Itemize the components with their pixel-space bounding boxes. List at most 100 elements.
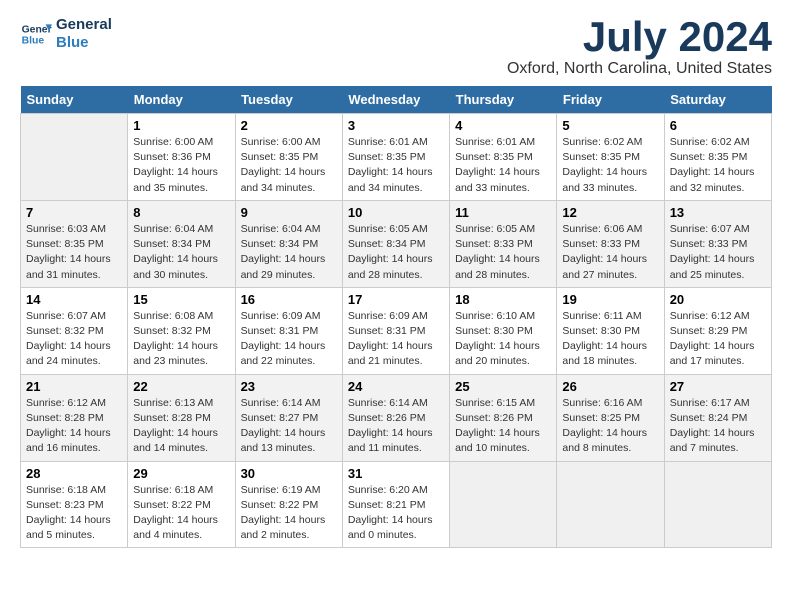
day-number: 26 [562,379,658,394]
col-header-wednesday: Wednesday [342,86,449,114]
week-row-4: 21Sunrise: 6:12 AM Sunset: 8:28 PM Dayli… [21,374,772,461]
day-info: Sunrise: 6:01 AM Sunset: 8:35 PM Dayligh… [348,135,444,196]
week-row-2: 7Sunrise: 6:03 AM Sunset: 8:35 PM Daylig… [21,200,772,287]
calendar-cell: 25 Sunrise: 6:15 AM Sunset: 8:26 PM Dayli… [450,374,557,461]
day-info: Sunrise: 6:20 AM Sunset: 8:21 PM Dayligh… [348,483,444,544]
svg-text:Blue: Blue [22,36,45,47]
col-header-sunday: Sunday [21,86,128,114]
calendar-cell: 3 Sunrise: 6:01 AM Sunset: 8:35 PM Daylig… [342,114,449,201]
week-row-1: 1Sunrise: 6:00 AM Sunset: 8:36 PM Daylig… [21,114,772,201]
calendar-cell: 12 Sunrise: 6:06 AM Sunset: 8:33 PM Dayli… [557,200,664,287]
day-number: 15 [133,292,229,307]
day-info: Sunrise: 6:09 AM Sunset: 8:31 PM Dayligh… [348,309,444,370]
calendar-cell: 14Sunrise: 6:07 AM Sunset: 8:32 PM Dayli… [21,287,128,374]
day-number: 1 [133,118,229,133]
day-info: Sunrise: 6:14 AM Sunset: 8:27 PM Dayligh… [241,396,337,457]
day-number: 3 [348,118,444,133]
calendar-cell: 24Sunrise: 6:14 AM Sunset: 8:26 PM Dayli… [342,374,449,461]
day-info: Sunrise: 6:15 AM Sunset: 8:26 PM Dayligh… [455,396,551,457]
day-number: 13 [670,205,766,220]
calendar-cell: 4 Sunrise: 6:01 AM Sunset: 8:35 PM Daylig… [450,114,557,201]
calendar-cell: 27 Sunrise: 6:17 AM Sunset: 8:24 PM Dayli… [664,374,771,461]
day-info: Sunrise: 6:04 AM Sunset: 8:34 PM Dayligh… [133,222,229,283]
title-area: July 2024 Oxford, North Carolina, United… [507,16,772,78]
calendar-cell: 19 Sunrise: 6:11 AM Sunset: 8:30 PM Dayli… [557,287,664,374]
day-number: 30 [241,466,337,481]
page-header: General Blue General Blue July 2024 Oxfo… [20,16,772,78]
calendar-cell: 11 Sunrise: 6:05 AM Sunset: 8:33 PM Dayli… [450,200,557,287]
day-number: 29 [133,466,229,481]
week-row-5: 28 Sunrise: 6:18 AM Sunset: 8:23 PM Dayli… [21,461,772,548]
column-header-row: SundayMondayTuesdayWednesdayThursdayFrid… [21,86,772,114]
day-number: 8 [133,205,229,220]
logo-icon: General Blue [20,18,52,50]
col-header-monday: Monday [128,86,235,114]
day-number: 2 [241,118,337,133]
day-info: Sunrise: 6:08 AM Sunset: 8:32 PM Dayligh… [133,309,229,370]
day-info: Sunrise: 6:07 AM Sunset: 8:33 PM Dayligh… [670,222,766,283]
week-row-3: 14Sunrise: 6:07 AM Sunset: 8:32 PM Dayli… [21,287,772,374]
calendar-cell: 28 Sunrise: 6:18 AM Sunset: 8:23 PM Dayli… [21,461,128,548]
calendar-cell: 20Sunrise: 6:12 AM Sunset: 8:29 PM Dayli… [664,287,771,374]
logo-text: General Blue [56,16,112,52]
day-info: Sunrise: 6:12 AM Sunset: 8:28 PM Dayligh… [26,396,122,457]
day-number: 25 [455,379,551,394]
day-number: 17 [348,292,444,307]
day-info: Sunrise: 6:10 AM Sunset: 8:30 PM Dayligh… [455,309,551,370]
day-info: Sunrise: 6:19 AM Sunset: 8:22 PM Dayligh… [241,483,337,544]
calendar-cell: 31 Sunrise: 6:20 AM Sunset: 8:21 PM Dayli… [342,461,449,548]
day-info: Sunrise: 6:05 AM Sunset: 8:33 PM Dayligh… [455,222,551,283]
calendar-cell: 10Sunrise: 6:05 AM Sunset: 8:34 PM Dayli… [342,200,449,287]
day-info: Sunrise: 6:01 AM Sunset: 8:35 PM Dayligh… [455,135,551,196]
day-number: 12 [562,205,658,220]
day-number: 16 [241,292,337,307]
calendar-cell [557,461,664,548]
day-info: Sunrise: 6:09 AM Sunset: 8:31 PM Dayligh… [241,309,337,370]
day-number: 9 [241,205,337,220]
calendar-cell: 7Sunrise: 6:03 AM Sunset: 8:35 PM Daylig… [21,200,128,287]
calendar-cell: 5 Sunrise: 6:02 AM Sunset: 8:35 PM Daylig… [557,114,664,201]
col-header-tuesday: Tuesday [235,86,342,114]
calendar-cell [21,114,128,201]
calendar-cell: 13 Sunrise: 6:07 AM Sunset: 8:33 PM Dayli… [664,200,771,287]
day-info: Sunrise: 6:06 AM Sunset: 8:33 PM Dayligh… [562,222,658,283]
day-number: 7 [26,205,122,220]
calendar-cell: 15 Sunrise: 6:08 AM Sunset: 8:32 PM Dayli… [128,287,235,374]
day-number: 5 [562,118,658,133]
logo: General Blue General Blue [20,16,112,52]
day-info: Sunrise: 6:04 AM Sunset: 8:34 PM Dayligh… [241,222,337,283]
calendar-cell: 29 Sunrise: 6:18 AM Sunset: 8:22 PM Dayli… [128,461,235,548]
calendar-cell [450,461,557,548]
day-info: Sunrise: 6:00 AM Sunset: 8:35 PM Dayligh… [241,135,337,196]
calendar-cell: 1Sunrise: 6:00 AM Sunset: 8:36 PM Daylig… [128,114,235,201]
day-number: 28 [26,466,122,481]
calendar-cell: 9 Sunrise: 6:04 AM Sunset: 8:34 PM Daylig… [235,200,342,287]
day-number: 18 [455,292,551,307]
calendar-cell: 23Sunrise: 6:14 AM Sunset: 8:27 PM Dayli… [235,374,342,461]
day-info: Sunrise: 6:07 AM Sunset: 8:32 PM Dayligh… [26,309,122,370]
day-info: Sunrise: 6:02 AM Sunset: 8:35 PM Dayligh… [670,135,766,196]
calendar-cell: 8 Sunrise: 6:04 AM Sunset: 8:34 PM Daylig… [128,200,235,287]
calendar-table: SundayMondayTuesdayWednesdayThursdayFrid… [20,86,772,548]
day-info: Sunrise: 6:11 AM Sunset: 8:30 PM Dayligh… [562,309,658,370]
location: Oxford, North Carolina, United States [507,60,772,78]
day-number: 20 [670,292,766,307]
calendar-cell: 18 Sunrise: 6:10 AM Sunset: 8:30 PM Dayli… [450,287,557,374]
day-number: 24 [348,379,444,394]
day-info: Sunrise: 6:16 AM Sunset: 8:25 PM Dayligh… [562,396,658,457]
day-info: Sunrise: 6:18 AM Sunset: 8:23 PM Dayligh… [26,483,122,544]
day-info: Sunrise: 6:17 AM Sunset: 8:24 PM Dayligh… [670,396,766,457]
day-number: 6 [670,118,766,133]
day-number: 27 [670,379,766,394]
day-info: Sunrise: 6:18 AM Sunset: 8:22 PM Dayligh… [133,483,229,544]
day-number: 4 [455,118,551,133]
calendar-cell: 21Sunrise: 6:12 AM Sunset: 8:28 PM Dayli… [21,374,128,461]
day-info: Sunrise: 6:13 AM Sunset: 8:28 PM Dayligh… [133,396,229,457]
day-number: 31 [348,466,444,481]
calendar-cell: 26 Sunrise: 6:16 AM Sunset: 8:25 PM Dayli… [557,374,664,461]
day-number: 19 [562,292,658,307]
col-header-thursday: Thursday [450,86,557,114]
day-number: 22 [133,379,229,394]
day-number: 11 [455,205,551,220]
day-info: Sunrise: 6:02 AM Sunset: 8:35 PM Dayligh… [562,135,658,196]
